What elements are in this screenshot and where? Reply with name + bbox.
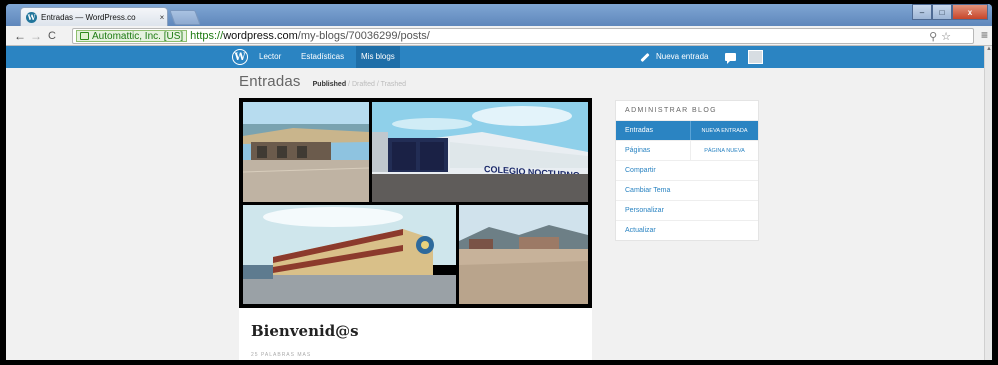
- new-post-button[interactable]: Nueva entrada: [640, 46, 708, 68]
- notifications-icon[interactable]: [725, 53, 736, 64]
- gallery-photo[interactable]: [243, 205, 456, 304]
- search-icon[interactable]: ⚲: [929, 30, 937, 43]
- sidebar-item-compartir[interactable]: Compartir: [616, 160, 758, 180]
- sidebar-item-label[interactable]: Cambiar Tema: [616, 181, 758, 200]
- tab-strip: W Entradas — WordPress.co × – □ x: [6, 4, 992, 26]
- page-viewport: W Lector Estadísticas Mis blogs Nueva en…: [6, 46, 992, 360]
- scroll-up-icon[interactable]: ▲: [985, 46, 992, 54]
- new-tab-button[interactable]: [169, 10, 201, 25]
- post-gallery[interactable]: COLEGIO NOCTURNO: [239, 98, 592, 308]
- status-filter: Published / Drafted / Trashed: [312, 81, 407, 88]
- window-controls: – □ x: [912, 4, 988, 20]
- browser-tab[interactable]: W Entradas — WordPress.co ×: [20, 7, 168, 26]
- sidebar-item-label[interactable]: Entradas: [616, 121, 690, 140]
- post-card[interactable]: COLEGIO NOCTURNO Bienvenid@s 25 PALABRAS…: [239, 98, 592, 360]
- gallery-photo[interactable]: [243, 102, 369, 202]
- lock-icon: [80, 32, 89, 40]
- page-scrollbar[interactable]: ▲: [984, 46, 992, 360]
- tab-close-icon[interactable]: ×: [157, 13, 167, 22]
- ev-label: Automattic, Inc. [US]: [92, 30, 184, 42]
- menu-icon[interactable]: ≡: [981, 28, 988, 42]
- close-window-button[interactable]: x: [952, 4, 988, 20]
- pencil-icon: [640, 52, 650, 62]
- sidebar-item-label[interactable]: Actualizar: [616, 221, 758, 240]
- new-post-label: Nueva entrada: [656, 52, 709, 61]
- gallery-photo[interactable]: [459, 205, 588, 304]
- filter-drafted[interactable]: Drafted: [352, 81, 375, 88]
- filter-trashed[interactable]: Trashed: [381, 81, 406, 88]
- wordpress-favicon-icon: W: [26, 11, 37, 23]
- maximize-button[interactable]: □: [932, 4, 952, 20]
- page-title: Entradas: [239, 73, 301, 90]
- browser-toolbar: ← → C Automattic, Inc. [US] https://word…: [6, 26, 992, 46]
- new-page-link[interactable]: PÁGINA NUEVA: [690, 141, 758, 160]
- url-text[interactable]: https://wordpress.com/my-blogs/70036299/…: [190, 30, 430, 42]
- browser-window: W Entradas — WordPress.co × – □ x ← → C …: [6, 4, 992, 360]
- sidebar-item-label[interactable]: Compartir: [616, 161, 758, 180]
- star-icon[interactable]: ☆: [941, 30, 951, 43]
- gallery-photo[interactable]: COLEGIO NOCTURNO: [372, 102, 588, 202]
- sidebar-item-entradas[interactable]: Entradas NUEVA ENTRADA: [616, 120, 758, 140]
- nav-mis-blogs[interactable]: Mis blogs: [356, 46, 400, 68]
- tab-title: Entradas — WordPress.co: [41, 12, 136, 22]
- new-post-link[interactable]: NUEVA ENTRADA: [690, 121, 758, 140]
- reload-button[interactable]: C: [44, 30, 60, 42]
- nav-lector[interactable]: Lector: [254, 46, 286, 68]
- wordpress-icon[interactable]: W: [232, 49, 248, 65]
- avatar[interactable]: [748, 50, 763, 64]
- sidebar-item-actualizar[interactable]: Actualizar: [616, 220, 758, 240]
- url-scheme: https://: [190, 30, 224, 42]
- address-bar[interactable]: Automattic, Inc. [US] https://wordpress.…: [72, 28, 974, 44]
- manage-blog-sidebar: ADMINISTRAR BLOG Entradas NUEVA ENTRADA …: [615, 100, 759, 241]
- nav-estadisticas[interactable]: Estadísticas: [296, 46, 349, 68]
- sidebar-item-paginas[interactable]: Páginas PÁGINA NUEVA: [616, 140, 758, 160]
- sidebar-item-personalizar[interactable]: Personalizar: [616, 200, 758, 220]
- url-path: /my-blogs/70036299/posts/: [297, 30, 430, 42]
- post-title[interactable]: Bienvenid@s: [251, 322, 359, 340]
- sidebar-item-label[interactable]: Páginas: [616, 141, 690, 160]
- wp-masterbar: W Lector Estadísticas Mis blogs Nueva en…: [6, 46, 984, 68]
- filter-published[interactable]: Published: [313, 81, 346, 88]
- minimize-button[interactable]: –: [912, 4, 932, 20]
- sidebar-heading: ADMINISTRAR BLOG: [625, 107, 718, 114]
- back-button[interactable]: ←: [12, 29, 28, 43]
- sidebar-item-label[interactable]: Personalizar: [616, 201, 758, 220]
- url-host: wordpress.com: [223, 30, 298, 42]
- ev-certificate-badge[interactable]: Automattic, Inc. [US]: [76, 30, 188, 42]
- page-header: Entradas Published / Drafted / Trashed: [239, 73, 406, 90]
- forward-button[interactable]: →: [28, 29, 44, 43]
- sidebar-item-cambiar-tema[interactable]: Cambiar Tema: [616, 180, 758, 200]
- post-meta: 25 PALABRAS MAS: [251, 352, 312, 358]
